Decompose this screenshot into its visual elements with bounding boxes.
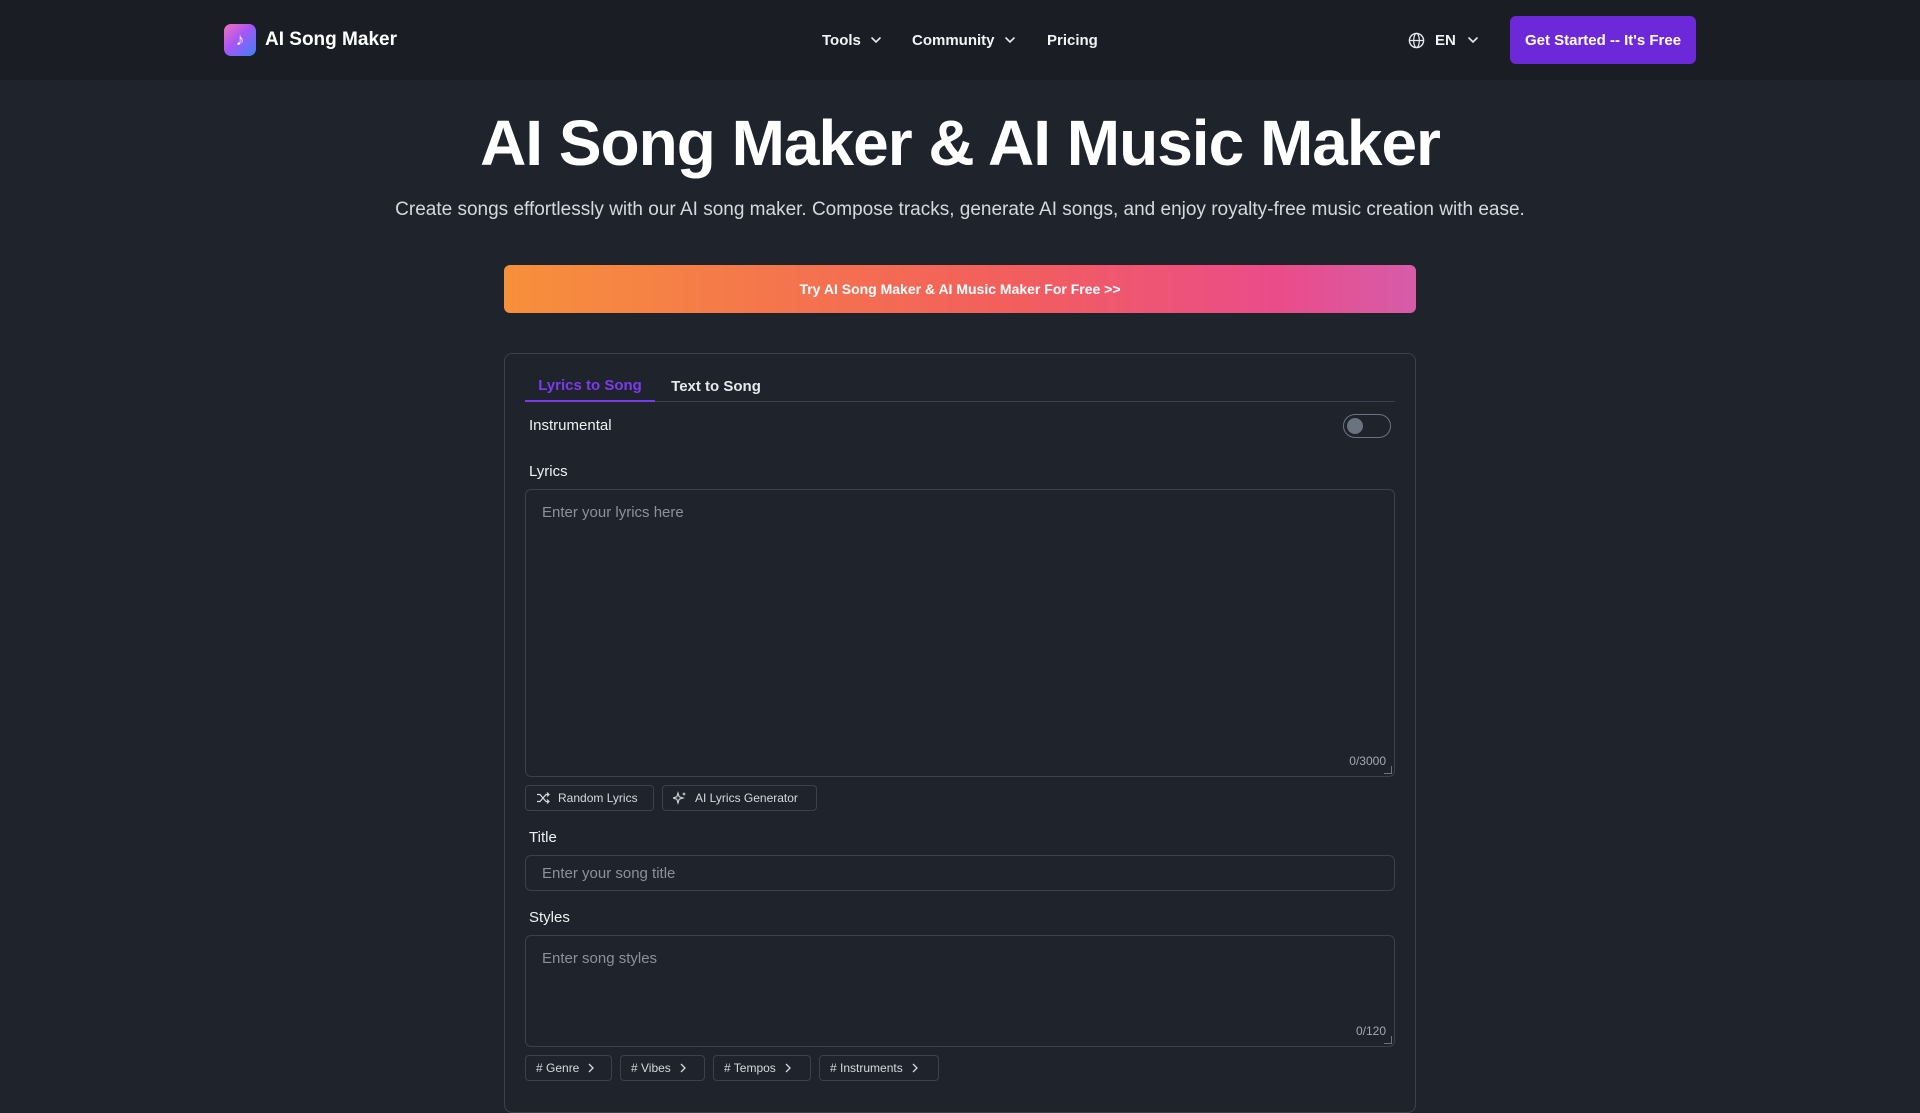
instrumental-toggle[interactable] xyxy=(1343,414,1391,438)
nav-tools[interactable]: Tools xyxy=(822,0,883,80)
get-started-button[interactable]: Get Started -- It's Free xyxy=(1510,16,1696,64)
styles-textarea[interactable]: Enter song styles 0/120 xyxy=(525,935,1395,1047)
random-lyrics-button[interactable]: Random Lyrics xyxy=(525,785,654,811)
ai-lyrics-generator-label: AI Lyrics Generator xyxy=(695,791,798,805)
nav-community[interactable]: Community xyxy=(912,0,1017,80)
ai-lyrics-generator-button[interactable]: AI Lyrics Generator xyxy=(662,785,817,811)
chevron-right-icon xyxy=(785,1063,791,1073)
style-tag-genre[interactable]: # Genre xyxy=(525,1055,612,1081)
resize-handle-icon[interactable] xyxy=(1384,1036,1392,1044)
nav-community-label: Community xyxy=(912,31,995,49)
page-title: AI Song Maker & AI Music Maker xyxy=(480,107,1441,179)
tab-text-to-song[interactable]: Text to Song xyxy=(655,370,777,402)
tab-lyrics-to-song[interactable]: Lyrics to Song xyxy=(525,370,655,402)
chevron-down-icon xyxy=(1004,37,1015,44)
sparkle-icon xyxy=(673,791,686,805)
title-placeholder: Enter your song title xyxy=(542,865,676,882)
logo-text: AI Song Maker xyxy=(265,29,397,50)
random-lyrics-label: Random Lyrics xyxy=(558,791,638,805)
style-tag-label: # Genre xyxy=(536,1061,580,1075)
form-tabs: Lyrics to Song Text to Song xyxy=(525,370,1395,402)
chevron-right-icon xyxy=(912,1063,918,1073)
style-tag-label: # Instruments xyxy=(830,1061,903,1075)
resize-handle-icon[interactable] xyxy=(1384,766,1392,774)
lyrics-textarea[interactable]: Enter your lyrics here 0/3000 xyxy=(525,489,1395,777)
nav-tools-label: Tools xyxy=(822,31,861,49)
style-tag-vibes[interactable]: # Vibes xyxy=(620,1055,705,1081)
globe-icon xyxy=(1408,32,1425,48)
style-tag-instruments[interactable]: # Instruments xyxy=(819,1055,939,1081)
style-tag-tempos[interactable]: # Tempos xyxy=(713,1055,811,1081)
music-note-icon: ♪ xyxy=(224,24,256,56)
song-form-card: Lyrics to Song Text to Song Instrumental… xyxy=(504,353,1416,1113)
title-input[interactable]: Enter your song title xyxy=(525,855,1395,891)
lyrics-label: Lyrics xyxy=(529,463,568,480)
top-navbar: ♪ AI Song Maker Tools Community Pricing … xyxy=(0,0,1920,80)
chevron-right-icon xyxy=(680,1063,686,1073)
styles-char-counter: 0/120 xyxy=(1355,1024,1386,1038)
style-tag-label: # Vibes xyxy=(631,1061,671,1075)
page-subtitle: Create songs effortlessly with our AI so… xyxy=(395,199,1525,220)
shuffle-icon xyxy=(537,792,550,804)
toggle-knob xyxy=(1347,418,1363,434)
styles-label: Styles xyxy=(529,909,570,926)
title-label: Title xyxy=(529,829,557,846)
instrumental-label: Instrumental xyxy=(529,417,612,434)
try-free-button[interactable]: Try AI Song Maker & AI Music Maker For F… xyxy=(504,265,1416,313)
nav-pricing-label: Pricing xyxy=(1047,31,1098,49)
lyrics-char-counter: 0/3000 xyxy=(1349,754,1386,768)
nav-pricing[interactable]: Pricing xyxy=(1047,0,1098,80)
chevron-down-icon xyxy=(1468,37,1478,44)
lyrics-placeholder: Enter your lyrics here xyxy=(542,504,684,521)
chevron-right-icon xyxy=(588,1063,595,1073)
styles-placeholder: Enter song styles xyxy=(542,950,658,967)
chevron-down-icon xyxy=(871,37,881,44)
logo[interactable]: ♪ AI Song Maker xyxy=(224,24,397,56)
style-tag-label: # Tempos xyxy=(724,1061,776,1075)
language-label: EN xyxy=(1435,31,1456,49)
language-selector[interactable]: EN xyxy=(1408,0,1480,80)
